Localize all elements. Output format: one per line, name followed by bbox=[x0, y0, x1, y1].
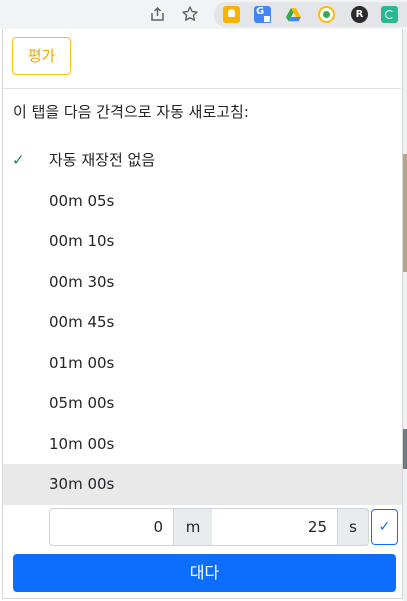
interval-option-label: 10m 00s bbox=[49, 434, 115, 453]
background-image bbox=[403, 429, 407, 469]
interval-option-00m10s[interactable]: 00m 10s bbox=[3, 221, 402, 262]
translate-icon[interactable] bbox=[254, 6, 271, 23]
bookmark-star-icon[interactable] bbox=[181, 5, 199, 23]
rate-button[interactable]: 평가 bbox=[12, 37, 71, 75]
auto-refresh-icon[interactable] bbox=[381, 6, 398, 23]
interval-option-label: 05m 00s bbox=[49, 394, 115, 412]
extensions-bar bbox=[214, 2, 407, 27]
check-icon: ✓ bbox=[12, 151, 25, 169]
rocket-icon[interactable] bbox=[318, 6, 335, 23]
interval-option-label: 00m 05s bbox=[49, 191, 115, 210]
custom-seconds-input[interactable] bbox=[212, 508, 338, 546]
interval-option-00m30s[interactable]: 00m 30s bbox=[3, 262, 402, 303]
interval-option-30m00s[interactable]: 30m 00s bbox=[3, 464, 402, 505]
interval-option-00m45s[interactable]: 00m 45s bbox=[3, 302, 402, 343]
browser-toolbar: R bbox=[0, 0, 407, 29]
close-button[interactable]: 대다 bbox=[13, 554, 396, 592]
keep-icon[interactable] bbox=[223, 6, 240, 23]
interval-option-label: 00m 45s bbox=[49, 313, 115, 331]
interval-option-10m00s[interactable]: 10m 00s bbox=[3, 424, 402, 465]
share-icon[interactable] bbox=[149, 5, 167, 23]
r-icon[interactable]: R bbox=[351, 6, 368, 23]
interval-option-label: 01m 00s bbox=[49, 353, 115, 372]
confirm-custom-interval-button[interactable]: ✓ bbox=[371, 509, 398, 545]
seconds-unit-label: s bbox=[337, 508, 369, 546]
custom-interval-row: m s ✓ bbox=[49, 508, 399, 546]
drive-icon[interactable] bbox=[285, 6, 302, 23]
popup-header: 평가 bbox=[3, 29, 402, 89]
interval-option-none[interactable]: ✓ 자동 재장전 없음 bbox=[3, 140, 402, 181]
minutes-unit-label: m bbox=[173, 508, 213, 546]
interval-option-01m00s[interactable]: 01m 00s bbox=[3, 343, 402, 384]
interval-option-label: 00m 30s bbox=[49, 272, 115, 291]
custom-minutes-input[interactable] bbox=[49, 508, 174, 546]
interval-option-label: 30m 00s bbox=[49, 475, 115, 493]
interval-option-label: 00m 10s bbox=[49, 232, 115, 250]
background-page-edge bbox=[403, 29, 407, 601]
background-image bbox=[403, 154, 407, 272]
interval-options-list: ✓ 자동 재장전 없음 00m 05s 00m 10s 00m 30s 00m … bbox=[3, 140, 402, 505]
interval-option-00m05s[interactable]: 00m 05s bbox=[3, 181, 402, 222]
auto-refresh-popup: 평가 이 탭을 다음 간격으로 자동 새로고침: ✓ 자동 재장전 없음 00m… bbox=[2, 29, 403, 599]
interval-option-label: 자동 재장전 없음 bbox=[49, 151, 156, 169]
interval-description: 이 탭을 다음 간격으로 자동 새로고침: bbox=[13, 103, 249, 121]
interval-option-05m00s[interactable]: 05m 00s bbox=[3, 383, 402, 424]
